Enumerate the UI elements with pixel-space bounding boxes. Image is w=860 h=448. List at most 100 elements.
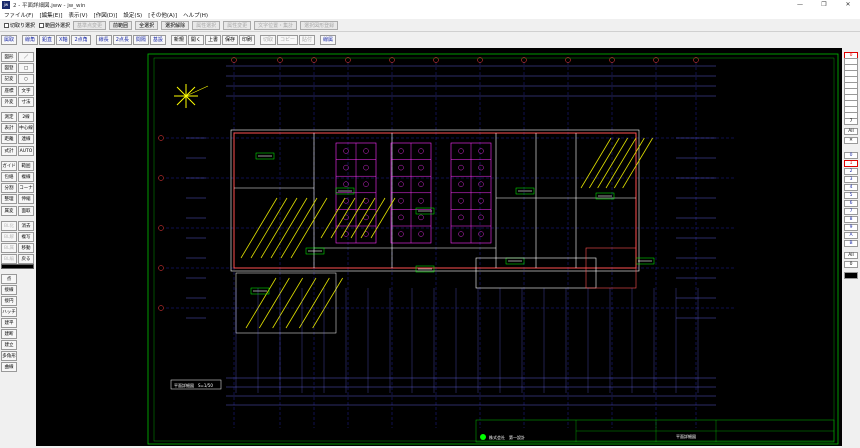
tool-button[interactable]: 距離 <box>1 134 17 145</box>
layer-group-all-button[interactable]: All <box>844 252 858 259</box>
tool-button[interactable]: 包絡 <box>1 172 17 182</box>
layer-group-value[interactable]: 0 <box>844 261 858 268</box>
tool-button[interactable]: BL解 <box>1 232 17 242</box>
menu-file[interactable]: ファイル(F) <box>4 11 33 19</box>
layer-group-button[interactable]: 5 <box>844 192 858 199</box>
register-shape-button[interactable]: 選択図形登録 <box>300 20 339 30</box>
deselect-button[interactable]: 選択解除 <box>161 20 190 30</box>
toolbar-button[interactable]: 新規 <box>170 35 187 45</box>
minimize-icon[interactable]: — <box>788 0 812 10</box>
layer-group-button[interactable]: B <box>844 240 858 247</box>
line-color-indicator[interactable] <box>1 264 34 269</box>
text-position-button[interactable]: 文字位置・集計 <box>254 20 298 30</box>
layer-group-button[interactable]: 2 <box>844 168 858 175</box>
layer-x-button[interactable]: ✕ <box>844 137 858 144</box>
layer-group-button[interactable]: 4 <box>844 184 858 191</box>
toolbar-button[interactable]: 保存 <box>221 35 238 45</box>
tool-button[interactable]: 戻る <box>18 254 34 265</box>
attribute-change-button[interactable]: 属性変更 <box>223 20 252 30</box>
toolbar-button[interactable]: 2点角 <box>71 35 91 45</box>
tool-button[interactable]: 連線 <box>18 134 34 145</box>
tool-button[interactable]: 複線 <box>18 172 34 182</box>
tool-button[interactable]: 範囲 <box>18 160 34 171</box>
toolbar-button[interactable]: 鉛直 <box>39 35 56 45</box>
toolbar-button[interactable]: コピー <box>277 35 299 45</box>
cad-drawing[interactable]: 平面詳細図 S=1/50 株式会社 第一設計 平面詳細図 <box>36 48 842 446</box>
toolbar-button[interactable]: 2点長 <box>112 35 132 45</box>
toolbar-button[interactable]: 貼付 <box>299 35 316 45</box>
tool-button[interactable]: 消去 <box>18 220 34 231</box>
menu-draw[interactable]: [作図(D)] <box>94 11 118 19</box>
tool-button[interactable]: AUTO <box>18 145 34 156</box>
tool-button[interactable]: 図登 <box>1 63 17 74</box>
layer-button[interactable]: 7 <box>844 118 858 125</box>
tool-button[interactable]: 伸縮 <box>18 194 34 205</box>
tool-button[interactable]: コーナー <box>18 183 34 194</box>
checkbox-cut-select[interactable]: 切取り選択 <box>4 22 35 29</box>
tool-button[interactable]: 文字 <box>18 85 34 96</box>
tool-button[interactable]: 中心線 <box>18 123 34 134</box>
toolbar-button[interactable]: 開く <box>187 35 204 45</box>
menu-help[interactable]: ヘルプ(H) <box>183 11 208 19</box>
tool-button[interactable]: 寸法 <box>18 96 34 107</box>
tool-button[interactable]: 式計 <box>1 145 17 156</box>
change-base-point-button[interactable]: 基準点変更 <box>73 20 107 30</box>
toolbar-button[interactable]: 線属 <box>320 35 337 45</box>
layer-group-button[interactable]: 7 <box>844 208 858 215</box>
layer-group-button[interactable]: 9 <box>844 224 858 231</box>
tool-button[interactable]: 移動 <box>18 243 34 254</box>
tool-button[interactable]: 建立 <box>1 340 17 350</box>
toolbar-button[interactable]: 印刷 <box>238 35 255 45</box>
tool-button[interactable]: 属変 <box>1 205 17 216</box>
toolbar-button[interactable]: 線長 <box>95 35 112 45</box>
tool-button[interactable]: ／ <box>18 52 34 62</box>
toolbar-button[interactable]: 線角 <box>22 35 39 45</box>
tool-button[interactable]: 2線 <box>18 112 34 122</box>
tool-button[interactable]: 表計 <box>1 123 17 134</box>
toolbar-button[interactable]: 基設 <box>149 35 166 45</box>
menu-edit[interactable]: [編集(E)] <box>39 11 62 19</box>
tool-button[interactable]: BL属 <box>1 243 17 254</box>
checkbox-box[interactable] <box>39 22 45 28</box>
layer-group-button[interactable]: 6 <box>844 200 858 207</box>
tool-button[interactable]: 測定 <box>1 112 17 122</box>
toolbar-button[interactable]: X軸 <box>56 35 71 45</box>
tool-button[interactable]: 図形 <box>1 52 17 62</box>
layer-group-button[interactable]: 0 <box>844 152 858 159</box>
toolbar-button[interactable]: 属取 <box>1 35 18 45</box>
tool-button[interactable]: 座標 <box>1 85 17 96</box>
layer-group-button[interactable]: 3 <box>844 176 858 183</box>
previous-range-button[interactable]: 前範囲 <box>109 20 133 30</box>
tool-button[interactable]: 曲線 <box>1 362 17 372</box>
layer-group-button[interactable]: A <box>844 232 858 239</box>
tool-button[interactable]: □ <box>18 63 34 74</box>
layer-group-button[interactable]: 1 <box>844 160 858 167</box>
tool-button[interactable]: 接線 <box>1 285 17 295</box>
tool-button[interactable]: 分割 <box>1 183 17 194</box>
tool-button[interactable]: 点 <box>1 274 17 284</box>
attribute-select-button[interactable]: 属性選択 <box>192 20 221 30</box>
tool-button[interactable]: 接円 <box>1 296 17 306</box>
tool-button[interactable]: 面取 <box>18 205 34 216</box>
tool-button[interactable]: 複写 <box>18 232 34 242</box>
tool-button[interactable]: BL編 <box>1 254 17 265</box>
tool-button[interactable]: ハッチ <box>1 307 17 317</box>
layer-group-button[interactable]: 8 <box>844 216 858 223</box>
checkbox-outside-select[interactable]: 範囲外選択 <box>39 22 70 29</box>
tool-button[interactable]: ○ <box>18 74 34 85</box>
toolbar-button[interactable]: 間隔 <box>132 35 149 45</box>
restore-icon[interactable]: ❐ <box>812 0 836 10</box>
menu-view[interactable]: 表示(V) <box>69 11 88 19</box>
menu-other[interactable]: [その他(A)] <box>148 11 177 19</box>
tool-button[interactable]: ガイド <box>1 160 17 171</box>
toolbar-button[interactable]: 上書 <box>204 35 221 45</box>
tool-button[interactable]: 建断 <box>1 329 17 339</box>
tool-button[interactable]: 建平 <box>1 318 17 328</box>
close-icon[interactable]: ✕ <box>836 0 860 10</box>
drawing-canvas[interactable]: 平面詳細図 S=1/50 株式会社 第一設計 平面詳細図 <box>36 48 842 446</box>
tool-button[interactable]: 記変 <box>1 74 17 85</box>
layer-all-button[interactable]: All <box>844 128 858 135</box>
select-all-button[interactable]: 全選択 <box>135 20 159 30</box>
tool-button[interactable]: 整理 <box>1 194 17 205</box>
tool-button[interactable]: 外変 <box>1 96 17 107</box>
